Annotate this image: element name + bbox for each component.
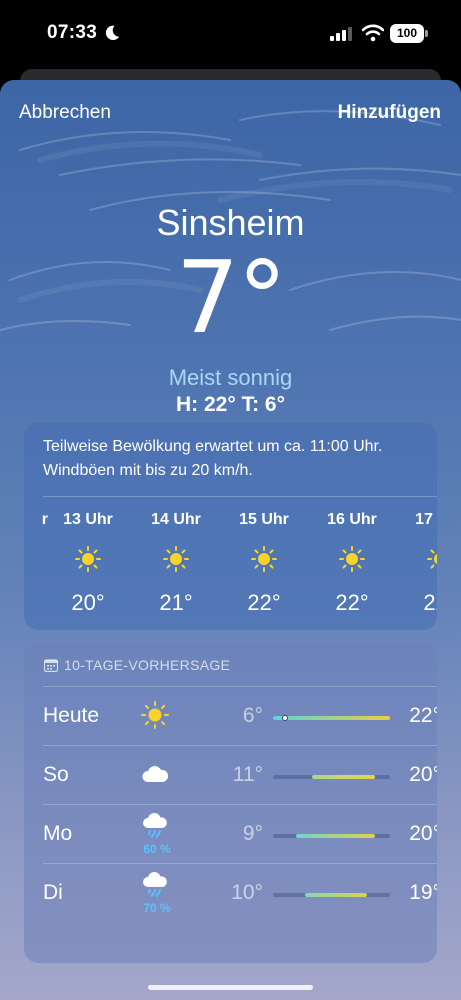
current-temperature-marker [281, 715, 288, 721]
hour-column: 16 Uhr 22° [317, 511, 387, 616]
day-name: Heute [43, 704, 100, 727]
current-temperature: 7° [175, 239, 288, 356]
wifi-icon [362, 24, 384, 42]
day-low-temperature: 9° [242, 822, 263, 845]
day-high-temperature: 22° [409, 704, 437, 727]
hour-temperature: 20° [71, 590, 105, 615]
hour-temperature: 22° [423, 590, 437, 615]
city-name: Sinsheim [156, 202, 305, 243]
ten-day-forecast-card[interactable]: 10-TAGE-VORHERSAGE Heute 6° 22° So 11° 2… [24, 643, 437, 963]
hourly-forecast-card[interactable]: Teilweise Bewölkung erwartet um ca. 11:0… [24, 423, 437, 630]
day-high-temperature: 20° [409, 763, 437, 786]
hour-column: 13 Uhr 20° [53, 511, 123, 616]
day-row[interactable]: So 11° 20° [43, 745, 437, 804]
hour-temperature: 22° [247, 590, 281, 615]
temperature-range-fill [296, 834, 375, 838]
cloud-icon [142, 766, 169, 782]
day-row[interactable]: Di 70 % 10° 19° [43, 863, 437, 922]
hour-label: 16 Uhr [327, 511, 377, 528]
hourly-summary-text: Teilweise Bewölkung erwartet um ca. 11:0… [43, 438, 383, 479]
day-row[interactable]: Mo 60 % 9° 20° [43, 804, 437, 863]
hour-temperature: 22° [335, 590, 369, 615]
day-high-temperature: 20° [409, 822, 437, 845]
hour-label: r [41, 511, 48, 528]
hour-label: 13 Uhr [63, 511, 113, 528]
temperature-range-fill [311, 775, 375, 779]
status-time: 07:33 [47, 22, 98, 43]
cloud-rain-icon [143, 813, 167, 838]
high-low-temperature: H: 22° T: 6° [176, 393, 285, 416]
day-high-temperature: 19° [409, 881, 437, 904]
day-low-temperature: 10° [231, 881, 263, 904]
hour-label: 14 Uhr [151, 511, 201, 528]
temperature-range-bar [273, 715, 390, 721]
home-indicator[interactable] [148, 985, 313, 990]
temperature-range-bar [273, 775, 390, 779]
divider [43, 496, 437, 497]
sun-icon [427, 549, 437, 569]
status-bar: 07:33 100 [0, 0, 461, 66]
cloud-rain-icon [143, 872, 167, 897]
sun-icon [75, 546, 101, 572]
moon-icon [105, 25, 120, 41]
day-low-temperature: 11° [232, 763, 263, 786]
ten-day-header: 10-TAGE-VORHERSAGE [44, 657, 230, 673]
hour-column: 17 Uhr 22° [405, 511, 437, 616]
hour-column: 14 Uhr 21° [141, 511, 211, 616]
day-name: So [43, 763, 69, 786]
temperature-range-bar [273, 893, 390, 897]
sun-icon [163, 546, 189, 572]
sun-icon [251, 546, 277, 572]
temperature-range-fill [304, 893, 367, 897]
hour-column: r [24, 511, 48, 533]
temperature-range-bar [273, 834, 390, 838]
hour-label: 15 Uhr [239, 511, 289, 528]
add-button[interactable]: Hinzufügen [338, 102, 441, 124]
sun-icon [141, 701, 169, 729]
calendar-icon [44, 659, 58, 672]
hour-temperature: 21° [159, 590, 193, 615]
battery-indicator: 100 [390, 24, 428, 43]
cancel-button[interactable]: Abbrechen [19, 102, 111, 124]
temperature-range-fill [273, 716, 390, 720]
day-row[interactable]: Heute 6° 22° [43, 686, 437, 745]
ten-day-header-label: 10-TAGE-VORHERSAGE [64, 657, 231, 673]
precipitation-chance: 70 % [143, 901, 171, 915]
sun-icon [339, 546, 365, 572]
cellular-signal-icon [330, 27, 352, 41]
hour-label: 17 Uhr [415, 511, 437, 528]
current-condition: Meist sonnig [168, 365, 293, 390]
day-name: Mo [43, 822, 73, 845]
day-low-temperature: 6° [242, 704, 263, 727]
day-name: Di [43, 881, 63, 904]
hour-column: 15 Uhr 22° [229, 511, 299, 616]
precipitation-chance: 60 % [143, 842, 171, 856]
